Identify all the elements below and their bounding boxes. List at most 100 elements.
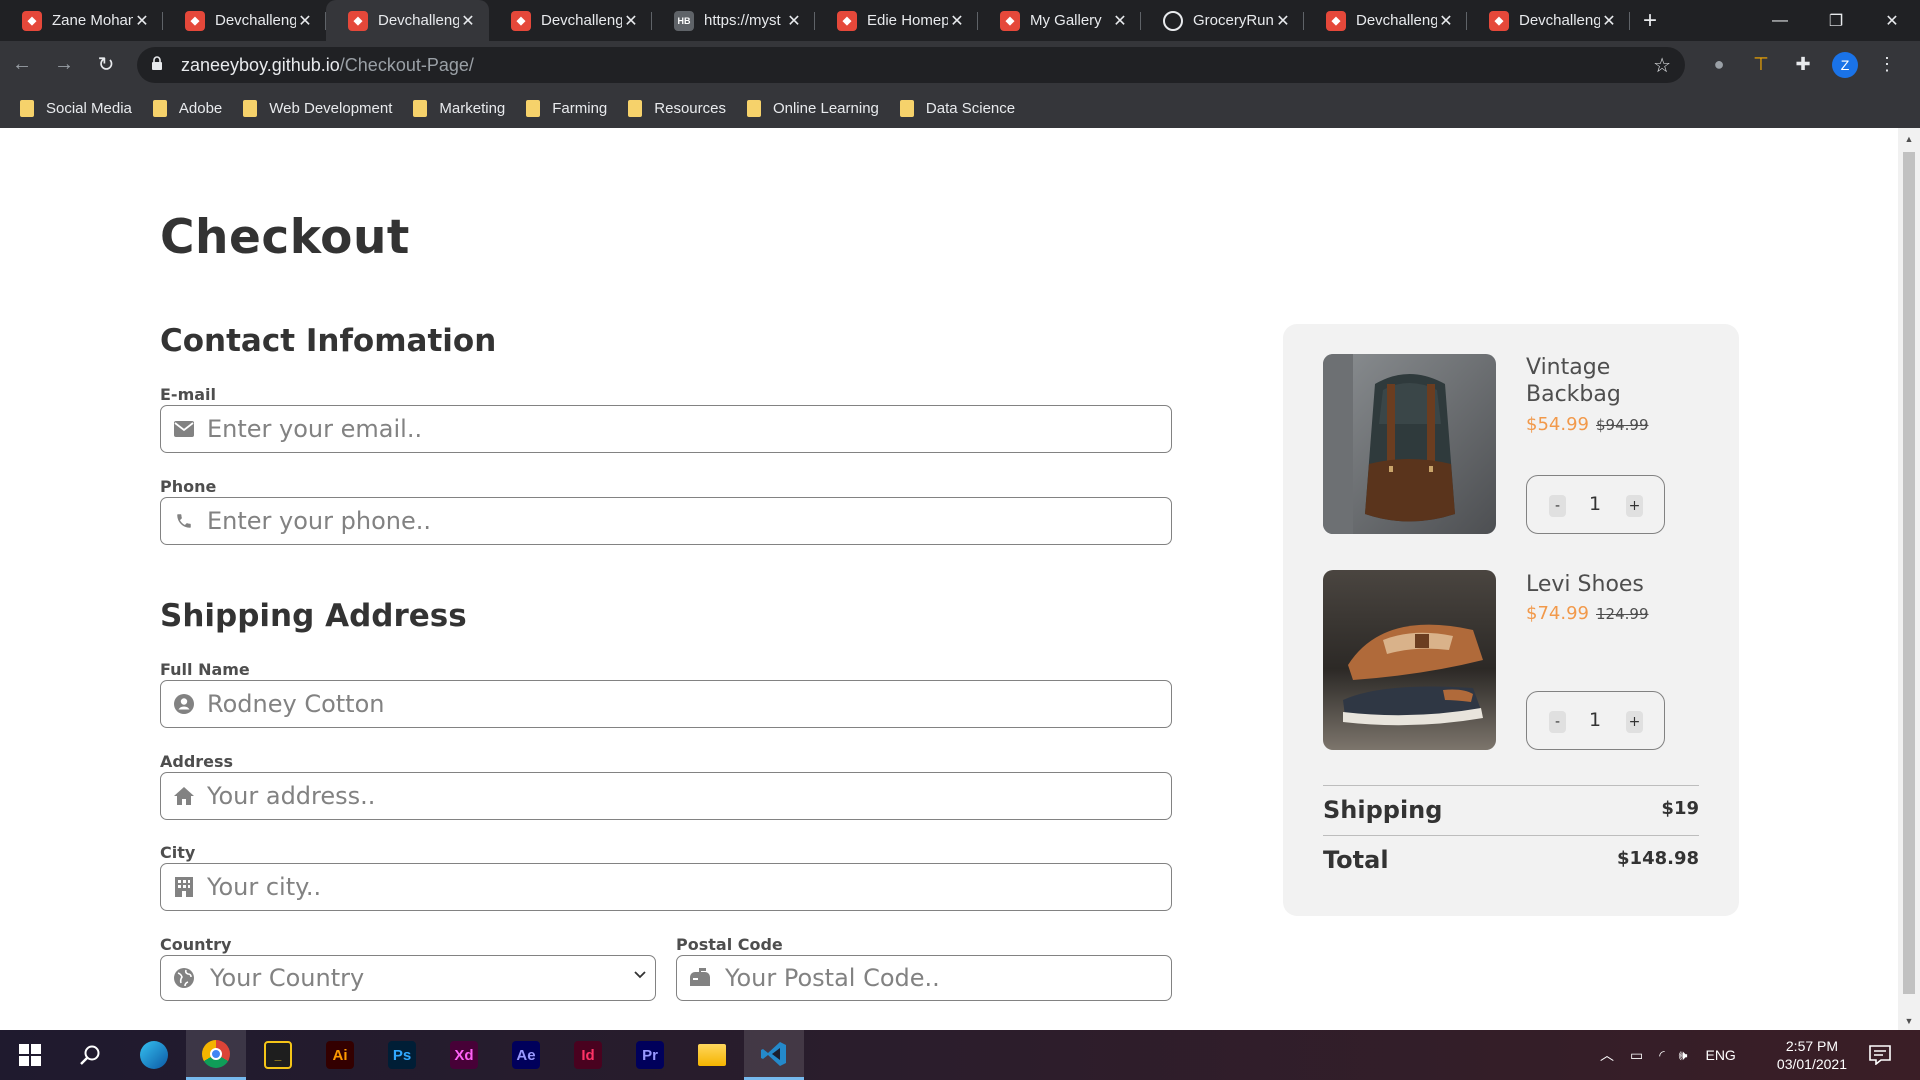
taskbar-edge[interactable]: [124, 1030, 184, 1080]
reload-icon[interactable]: ↻: [86, 45, 126, 85]
bookmark-star-icon[interactable]: ☆: [1653, 53, 1671, 78]
taskbar-xd[interactable]: Xd: [434, 1030, 494, 1080]
tab-title: Zane Mohan: [52, 12, 133, 29]
browser-tab[interactable]: ◆ Devchallenges ✕: [489, 0, 652, 41]
tab-close-icon[interactable]: ✕: [785, 11, 803, 31]
taskbar-photoshop[interactable]: Ps: [372, 1030, 432, 1080]
browser-tab[interactable]: ◆ Devchallenges ✕: [1304, 0, 1467, 41]
bookmark-folder[interactable]: Resources: [628, 99, 726, 117]
bookmark-folder[interactable]: Data Science: [899, 99, 1015, 117]
browser-tab[interactable]: ◆ Devchallenges ✕: [163, 0, 326, 41]
address-field[interactable]: Your address..: [160, 772, 1172, 820]
fullname-field[interactable]: Rodney Cotton: [160, 680, 1172, 728]
forward-arrow-icon[interactable]: →: [44, 45, 84, 85]
browser-tab[interactable]: GroceryRun ✕: [1141, 0, 1304, 41]
tab-close-icon[interactable]: ✕: [459, 11, 477, 31]
minimize-icon[interactable]: —: [1752, 0, 1808, 41]
shipping-value: $19: [1661, 798, 1699, 819]
decrease-qty-button[interactable]: -: [1549, 711, 1566, 733]
new-tab-button[interactable]: +: [1630, 0, 1670, 41]
taskbar-terminal[interactable]: _: [248, 1030, 308, 1080]
tab-close-icon[interactable]: ✕: [133, 11, 151, 31]
address-placeholder: Your address..: [207, 782, 376, 810]
bookmark-folder[interactable]: Online Learning: [746, 99, 879, 117]
close-window-icon[interactable]: ✕: [1864, 0, 1920, 41]
profile-avatar[interactable]: Z: [1832, 51, 1858, 78]
globe-icon: [173, 967, 195, 989]
browser-tab[interactable]: ◆ Devchallenges ✕: [1467, 0, 1630, 41]
bookmark-folder[interactable]: Adobe: [152, 99, 222, 117]
increase-qty-button[interactable]: +: [1626, 495, 1643, 517]
address-bar[interactable]: zaneeyboy.github.io/Checkout-Page/ ☆: [137, 47, 1685, 83]
extension-orange-icon[interactable]: ⊤: [1748, 52, 1774, 78]
increase-qty-button[interactable]: +: [1626, 711, 1643, 733]
bookmark-folder[interactable]: Marketing: [413, 99, 505, 117]
browser-tab[interactable]: ◆ Zane Mohan ✕: [0, 0, 163, 41]
tab-close-icon[interactable]: ✕: [1274, 11, 1292, 31]
browser-tab[interactable]: ◆ Edie Homepage ✕: [815, 0, 978, 41]
tab-title: https://myst: [704, 12, 781, 29]
page-scrollbar[interactable]: ▲ ▼: [1898, 128, 1920, 1030]
decrease-qty-button[interactable]: -: [1549, 495, 1566, 517]
search-button[interactable]: [60, 1030, 120, 1080]
city-field[interactable]: Your city..: [160, 863, 1172, 911]
browser-tab[interactable]: ◆ My Gallery ✕: [978, 0, 1141, 41]
city-placeholder: Your city..: [207, 873, 322, 901]
folder-icon: [746, 99, 761, 117]
tab-title: Devchallenges: [1519, 12, 1600, 29]
tab-close-icon[interactable]: ✕: [1111, 11, 1129, 31]
taskbar-file-explorer[interactable]: [682, 1030, 742, 1080]
tab-close-icon[interactable]: ✕: [1437, 11, 1455, 31]
taskbar-indesign[interactable]: Id: [558, 1030, 618, 1080]
menu-kebab-icon[interactable]: ⋮: [1874, 52, 1900, 78]
notifications-button[interactable]: [1850, 1030, 1910, 1080]
back-arrow-icon[interactable]: ←: [2, 45, 42, 85]
scrollbar-thumb[interactable]: [1903, 152, 1915, 994]
hb-icon: HB: [674, 10, 694, 31]
browser-tab-active[interactable]: ◆ Devchallenges ✕: [326, 0, 489, 41]
scroll-down-arrow-icon[interactable]: ▼: [1898, 1016, 1920, 1026]
order-summary: Vintage Backbag $54.99 $94.99 - 1 + Levi…: [1283, 324, 1739, 916]
shipping-label: Shipping: [1323, 796, 1443, 824]
taskbar-vscode[interactable]: [744, 1030, 804, 1080]
tab-close-icon[interactable]: ✕: [1600, 11, 1618, 31]
wifi-icon[interactable]: ◜: [1659, 1047, 1664, 1064]
language-indicator[interactable]: ENG: [1705, 1047, 1735, 1063]
chevron-up-icon[interactable]: ︿: [1600, 1045, 1614, 1065]
restore-icon[interactable]: ❐: [1808, 0, 1864, 41]
taskbar-chrome[interactable]: [186, 1030, 246, 1080]
illustrator-icon: Ai: [326, 1041, 354, 1069]
battery-icon[interactable]: ▭: [1630, 1047, 1643, 1064]
bookmark-folder[interactable]: Web Development: [243, 99, 392, 117]
extensions-puzzle-icon[interactable]: ✚: [1790, 52, 1816, 78]
phone-field[interactable]: Enter your phone..: [160, 497, 1172, 545]
tab-close-icon[interactable]: ✕: [622, 11, 640, 31]
after-effects-icon: Ae: [512, 1041, 540, 1069]
folder-icon: [526, 99, 541, 117]
tab-close-icon[interactable]: ✕: [296, 11, 314, 31]
folder-icon: [243, 99, 258, 117]
taskbar-premiere[interactable]: Pr: [620, 1030, 680, 1080]
indesign-icon: Id: [574, 1041, 602, 1069]
bookmark-folder[interactable]: Farming: [526, 99, 607, 117]
email-field[interactable]: Enter your email..: [160, 405, 1172, 453]
country-select[interactable]: Your Country: [160, 955, 656, 1001]
window-controls: — ❐ ✕: [1752, 0, 1920, 41]
extension-grey-icon[interactable]: ●: [1706, 52, 1732, 78]
tab-title: Devchallenges: [1356, 12, 1437, 29]
total-label: Total: [1323, 846, 1389, 874]
codepen-red-icon: ◆: [22, 10, 42, 31]
tab-close-icon[interactable]: ✕: [948, 11, 966, 31]
quantity-value: 1: [1589, 493, 1602, 515]
clock[interactable]: 2:57 PM 03/01/2021: [1777, 1037, 1847, 1073]
volume-icon[interactable]: 🕪: [1679, 1047, 1688, 1064]
browser-tab[interactable]: HB https://myst ✕: [652, 0, 815, 41]
product-price: $54.99: [1526, 414, 1589, 435]
bookmark-folder[interactable]: Social Media: [20, 99, 132, 117]
scroll-up-arrow-icon[interactable]: ▲: [1898, 134, 1920, 144]
start-button[interactable]: [0, 1030, 60, 1080]
tab-title: My Gallery: [1030, 12, 1102, 29]
taskbar-illustrator[interactable]: Ai: [310, 1030, 370, 1080]
postal-code-field[interactable]: Your Postal Code..: [676, 955, 1172, 1001]
taskbar-after-effects[interactable]: Ae: [496, 1030, 556, 1080]
